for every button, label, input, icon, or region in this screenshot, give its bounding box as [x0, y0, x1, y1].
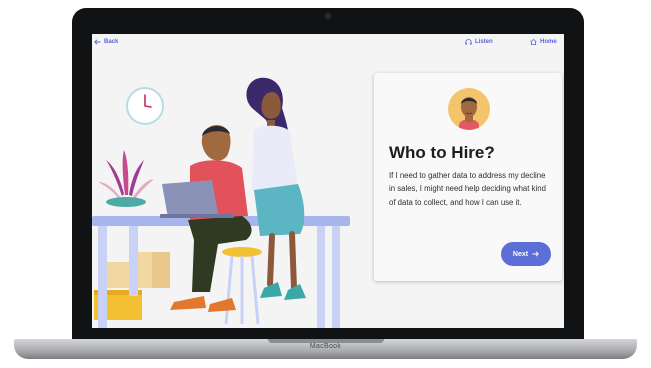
avatar: [448, 88, 490, 130]
arrow-right-icon: [532, 251, 539, 257]
headphones-icon: [465, 39, 472, 45]
plant-icon: [98, 150, 154, 207]
person-avatar-icon: [459, 97, 479, 130]
back-button[interactable]: Back: [94, 39, 118, 45]
office-illustration: [92, 77, 350, 328]
listen-label: Listen: [475, 39, 493, 45]
home-button[interactable]: Home: [530, 39, 557, 45]
stool: [222, 247, 262, 325]
card-title: Who to Hire?: [389, 143, 495, 162]
top-bar: Back Listen Home: [92, 34, 564, 50]
listen-button[interactable]: Listen: [465, 39, 493, 45]
next-label: Next: [512, 250, 529, 258]
home-icon: [530, 39, 537, 45]
card-body: If I need to gather data to address my d…: [389, 171, 546, 207]
back-label: Back: [104, 39, 119, 45]
home-label: Home: [540, 39, 557, 45]
woman-figure: [246, 77, 306, 300]
arrow-left-icon: [94, 39, 101, 45]
laptop-brand-label: MacBook: [309, 343, 342, 350]
camera-icon: [325, 13, 331, 19]
content-card: Who to Hire? If I need to gather data to…: [374, 73, 562, 281]
next-button[interactable]: Next: [501, 242, 551, 266]
app-screen: Back Listen Home Who to Hire? If I need …: [92, 34, 564, 328]
clock-icon: [126, 87, 164, 125]
